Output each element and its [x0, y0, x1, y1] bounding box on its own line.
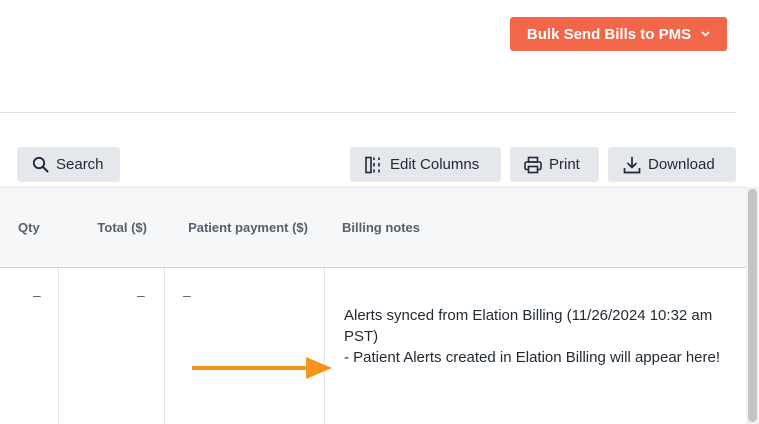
billing-page: Bulk Send Bills to PMS Search Edit Colum… — [0, 0, 759, 424]
column-divider — [58, 268, 59, 424]
billing-notes-line: Alerts synced from Elation Billing (11/2… — [344, 307, 713, 345]
printer-icon — [524, 156, 542, 174]
download-icon — [623, 156, 641, 174]
column-header-qty[interactable]: Qty — [18, 218, 40, 238]
print-button[interactable]: Print — [510, 147, 599, 182]
search-label: Search — [56, 156, 104, 173]
cell-total: – — [137, 287, 145, 303]
search-button[interactable]: Search — [17, 147, 120, 182]
cell-patient-payment: – — [183, 287, 191, 303]
download-label: Download — [648, 156, 715, 173]
bulk-send-bills-button[interactable]: Bulk Send Bills to PMS — [510, 17, 727, 51]
columns-icon — [365, 156, 383, 174]
bulk-send-label: Bulk Send Bills to PMS — [526, 25, 692, 43]
cell-qty: – — [33, 287, 41, 303]
column-header-total[interactable]: Total ($) — [70, 218, 147, 238]
column-header-billing-notes[interactable]: Billing notes — [342, 218, 420, 238]
column-divider — [324, 268, 325, 424]
print-label: Print — [549, 156, 580, 173]
edit-columns-label: Edit Columns — [390, 156, 480, 173]
chevron-down-icon — [701, 29, 710, 40]
table-header: Qty Total ($) Patient payment ($) Billin… — [0, 187, 746, 268]
column-divider — [164, 268, 165, 424]
download-button[interactable]: Download — [608, 147, 736, 182]
column-header-patient-payment[interactable]: Patient payment ($) — [170, 218, 308, 238]
scrollbar-thumb[interactable] — [748, 189, 757, 422]
arrow-right-icon — [192, 356, 334, 385]
cell-billing-notes: Alerts synced from Elation Billing (11/2… — [344, 305, 729, 368]
vertical-scrollbar[interactable] — [746, 187, 759, 424]
search-icon — [32, 156, 49, 173]
billing-notes-line: - Patient Alerts created in Elation Bill… — [344, 349, 721, 366]
edit-columns-button[interactable]: Edit Columns — [350, 147, 501, 182]
section-divider — [0, 112, 736, 113]
